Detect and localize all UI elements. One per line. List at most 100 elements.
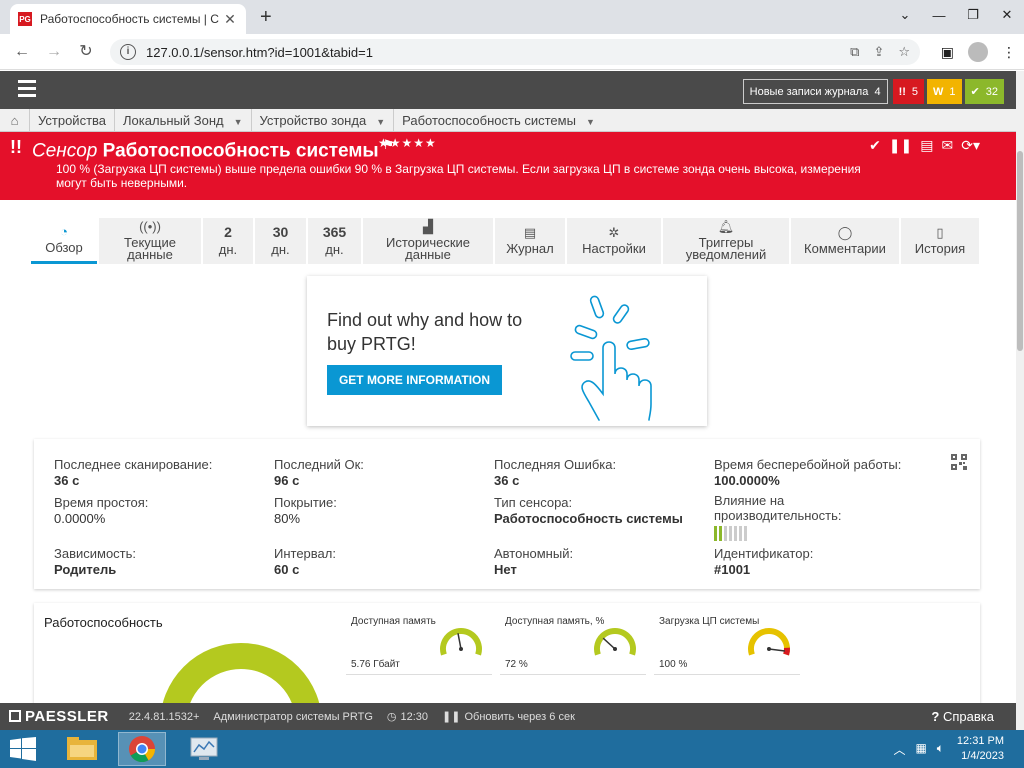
chevron-down-icon: ▼ [233,116,243,127]
breadcrumb-probe-device[interactable]: Устройство зонда ▼ [252,108,395,132]
warning-badge[interactable]: W1 [927,79,962,104]
home-icon[interactable]: ⌂ [0,108,30,132]
gauge-needle [768,648,785,652]
stat-uptime: Время бесперебойной работы: 100.0000% [714,457,902,488]
reload-icon[interactable]: ↻ [76,42,96,62]
help-link[interactable]: ? Справка [931,709,994,724]
forward-arrow-icon[interactable]: → [44,42,64,62]
breadcrumb-local-probe[interactable]: Локальный Зонд ▼ [115,108,252,132]
stat-interval: Интервал: 60 с [274,546,336,577]
close-tab-icon[interactable]: ✕ [222,11,238,28]
tab-settings[interactable]: ✲ Настройки [567,218,661,264]
tab-overview[interactable]: ◔ Обзор [31,218,97,264]
back-arrow-icon[interactable]: ← [12,42,32,62]
info-icon[interactable]: i [120,44,136,60]
refresh-menu-icon[interactable]: ⟳▾ [961,137,980,154]
check-icon[interactable]: ✔ [869,137,881,154]
gauge-needle [457,633,462,650]
tab-30-days[interactable]: 30 дн. [255,218,306,264]
area-chart-icon: ▟ [423,219,433,234]
network-icon[interactable]: ▦ [915,741,926,758]
stat-id: Идентификатор: #1001 [714,546,814,577]
tab-2-days[interactable]: 2 дн. [203,218,253,264]
tab-live-data[interactable]: ((•)) Текущие данные [99,218,201,264]
health-title: Работоспособность [44,615,163,630]
browser-tab[interactable]: PG Работоспособность системы | С ✕ [10,4,246,34]
breadcrumb-devices[interactable]: Устройства [30,108,116,132]
impact-meter [714,526,864,541]
hamburger-menu-icon[interactable] [18,80,36,101]
taskbar-clock[interactable]: 12:31 PM 1/4/2023 [957,734,1004,764]
browser-titlebar: PG Работоспособность системы | С ✕ + ⌄ —… [0,0,1024,34]
chevron-down-icon: ▼ [585,116,595,127]
breadcrumb: ⌂ Устройства Локальный Зонд ▼ Устройство … [0,108,1016,132]
gauge-icon: ◔ [60,223,68,239]
promo-card: Find out why and how to buy PRTG! GET MO… [307,276,707,426]
file-explorer-icon[interactable] [58,732,106,766]
bell-icon: 🔔︎ [717,219,735,234]
promo-text: Find out why and how to buy PRTG! [327,310,523,354]
address-bar[interactable]: i 127.0.0.1/sensor.htm?id=1001&tabid=1 ⧉… [110,39,920,65]
new-log-entries-button[interactable]: Новые записи журнала 4 [742,79,888,104]
breadcrumb-system-health[interactable]: Работоспособность системы ▼ [394,109,603,132]
translate-icon[interactable]: ⧉ [850,44,859,60]
down-alarms-badge[interactable]: !! 5 [892,79,925,104]
gauge-hub [613,647,617,651]
priority-stars[interactable]: ★★★★★ [378,136,437,150]
tab-historic-data[interactable]: ▟ Исторические данные [363,218,493,264]
gauge-error-zone [783,647,790,656]
gauge-arc [594,628,636,656]
tab-comments[interactable]: ◯ Комментарии [791,218,899,264]
gauge-arc [440,628,482,656]
stat-last-error: Последняя Ошибка: 36 с [494,457,617,488]
windows-taskbar: ︿ ▦ 🔈︎ 12:31 PM 1/4/2023 [0,730,1024,768]
close-window-button[interactable]: ✕ [990,0,1024,30]
menu-kebab-icon[interactable]: ⋮ [1002,44,1016,61]
channel-available-memory[interactable]: Доступная память 5.76 Гбайт [346,613,492,675]
pause-refresh-icon[interactable]: ❚❚ [442,710,460,723]
channel-cpu-load[interactable]: Загрузка ЦП системы 100 % [654,613,800,675]
side-panel-icon[interactable]: ▣ [941,44,954,61]
tab-search-icon[interactable]: ⌄ [888,0,922,30]
pause-icon[interactable]: ❚❚ [889,137,912,154]
scrollbar-thumb[interactable] [1017,151,1023,351]
stat-last-ok: Последний Ок: 96 с [274,457,364,488]
prtg-monitor-icon[interactable] [180,732,228,766]
volume-icon[interactable]: 🔈︎ [937,741,944,758]
channel-available-memory-percent[interactable]: Доступная память, % 72 % [500,613,646,675]
profile-avatar-icon[interactable] [968,42,988,62]
tab-notification-triggers[interactable]: 🔔︎ Триггеры уведомлений [663,218,789,264]
tab-history[interactable]: ▯ История [901,218,979,264]
refresh-countdown[interactable]: Обновить через 6 сек [464,711,574,723]
pdf-icon[interactable]: ▤ [920,137,933,154]
sensor-status-banner: !! Сенсор Работоспособность системы ⚑ ★★★… [0,132,1016,200]
share-icon[interactable]: ⇪ [873,44,884,60]
gauge-hub [459,647,463,651]
tray-chevron-up-icon[interactable]: ︿ [893,741,905,758]
get-more-information-button[interactable]: GET MORE INFORMATION [327,365,502,395]
windows-start-icon[interactable] [10,737,36,761]
stat-dependency: Зависимость: Родитель [54,546,137,577]
gear-icon: ✲ [608,225,620,240]
prtg-footer: PAESSLER 22.4.81.1532+ Администратор сис… [0,703,1016,730]
log-icon: ▤ [523,225,537,240]
qr-code-icon[interactable] [951,454,967,470]
paessler-logo[interactable]: PAESSLER [9,708,109,725]
up-badge[interactable]: ✔ 32 [964,79,1004,104]
email-icon[interactable]: ✉ [942,137,954,154]
bookmark-star-icon[interactable]: ☆ [898,44,910,60]
tab-log[interactable]: ▤ Журнал [495,218,565,264]
minimize-button[interactable]: — [922,0,956,30]
restore-button[interactable]: ❐ [956,0,990,30]
chrome-icon[interactable] [118,732,166,766]
url-text[interactable]: 127.0.0.1/sensor.htm?id=1001&tabid=1 [146,45,850,60]
stat-performance-impact: Влияние на производительность: [714,493,864,541]
tab-365-days[interactable]: 365 дн. [308,218,361,264]
page-scrollbar[interactable] [1016,71,1024,730]
chevron-down-icon: ▼ [376,116,386,127]
user-text[interactable]: Администратор системы PRTG [213,711,372,723]
stat-downtime: Время простоя: 0.0000% [54,495,149,526]
footer-time: 12:30 [400,710,429,723]
error-status-icon: !! [10,137,22,157]
new-tab-button[interactable]: + [260,6,272,29]
